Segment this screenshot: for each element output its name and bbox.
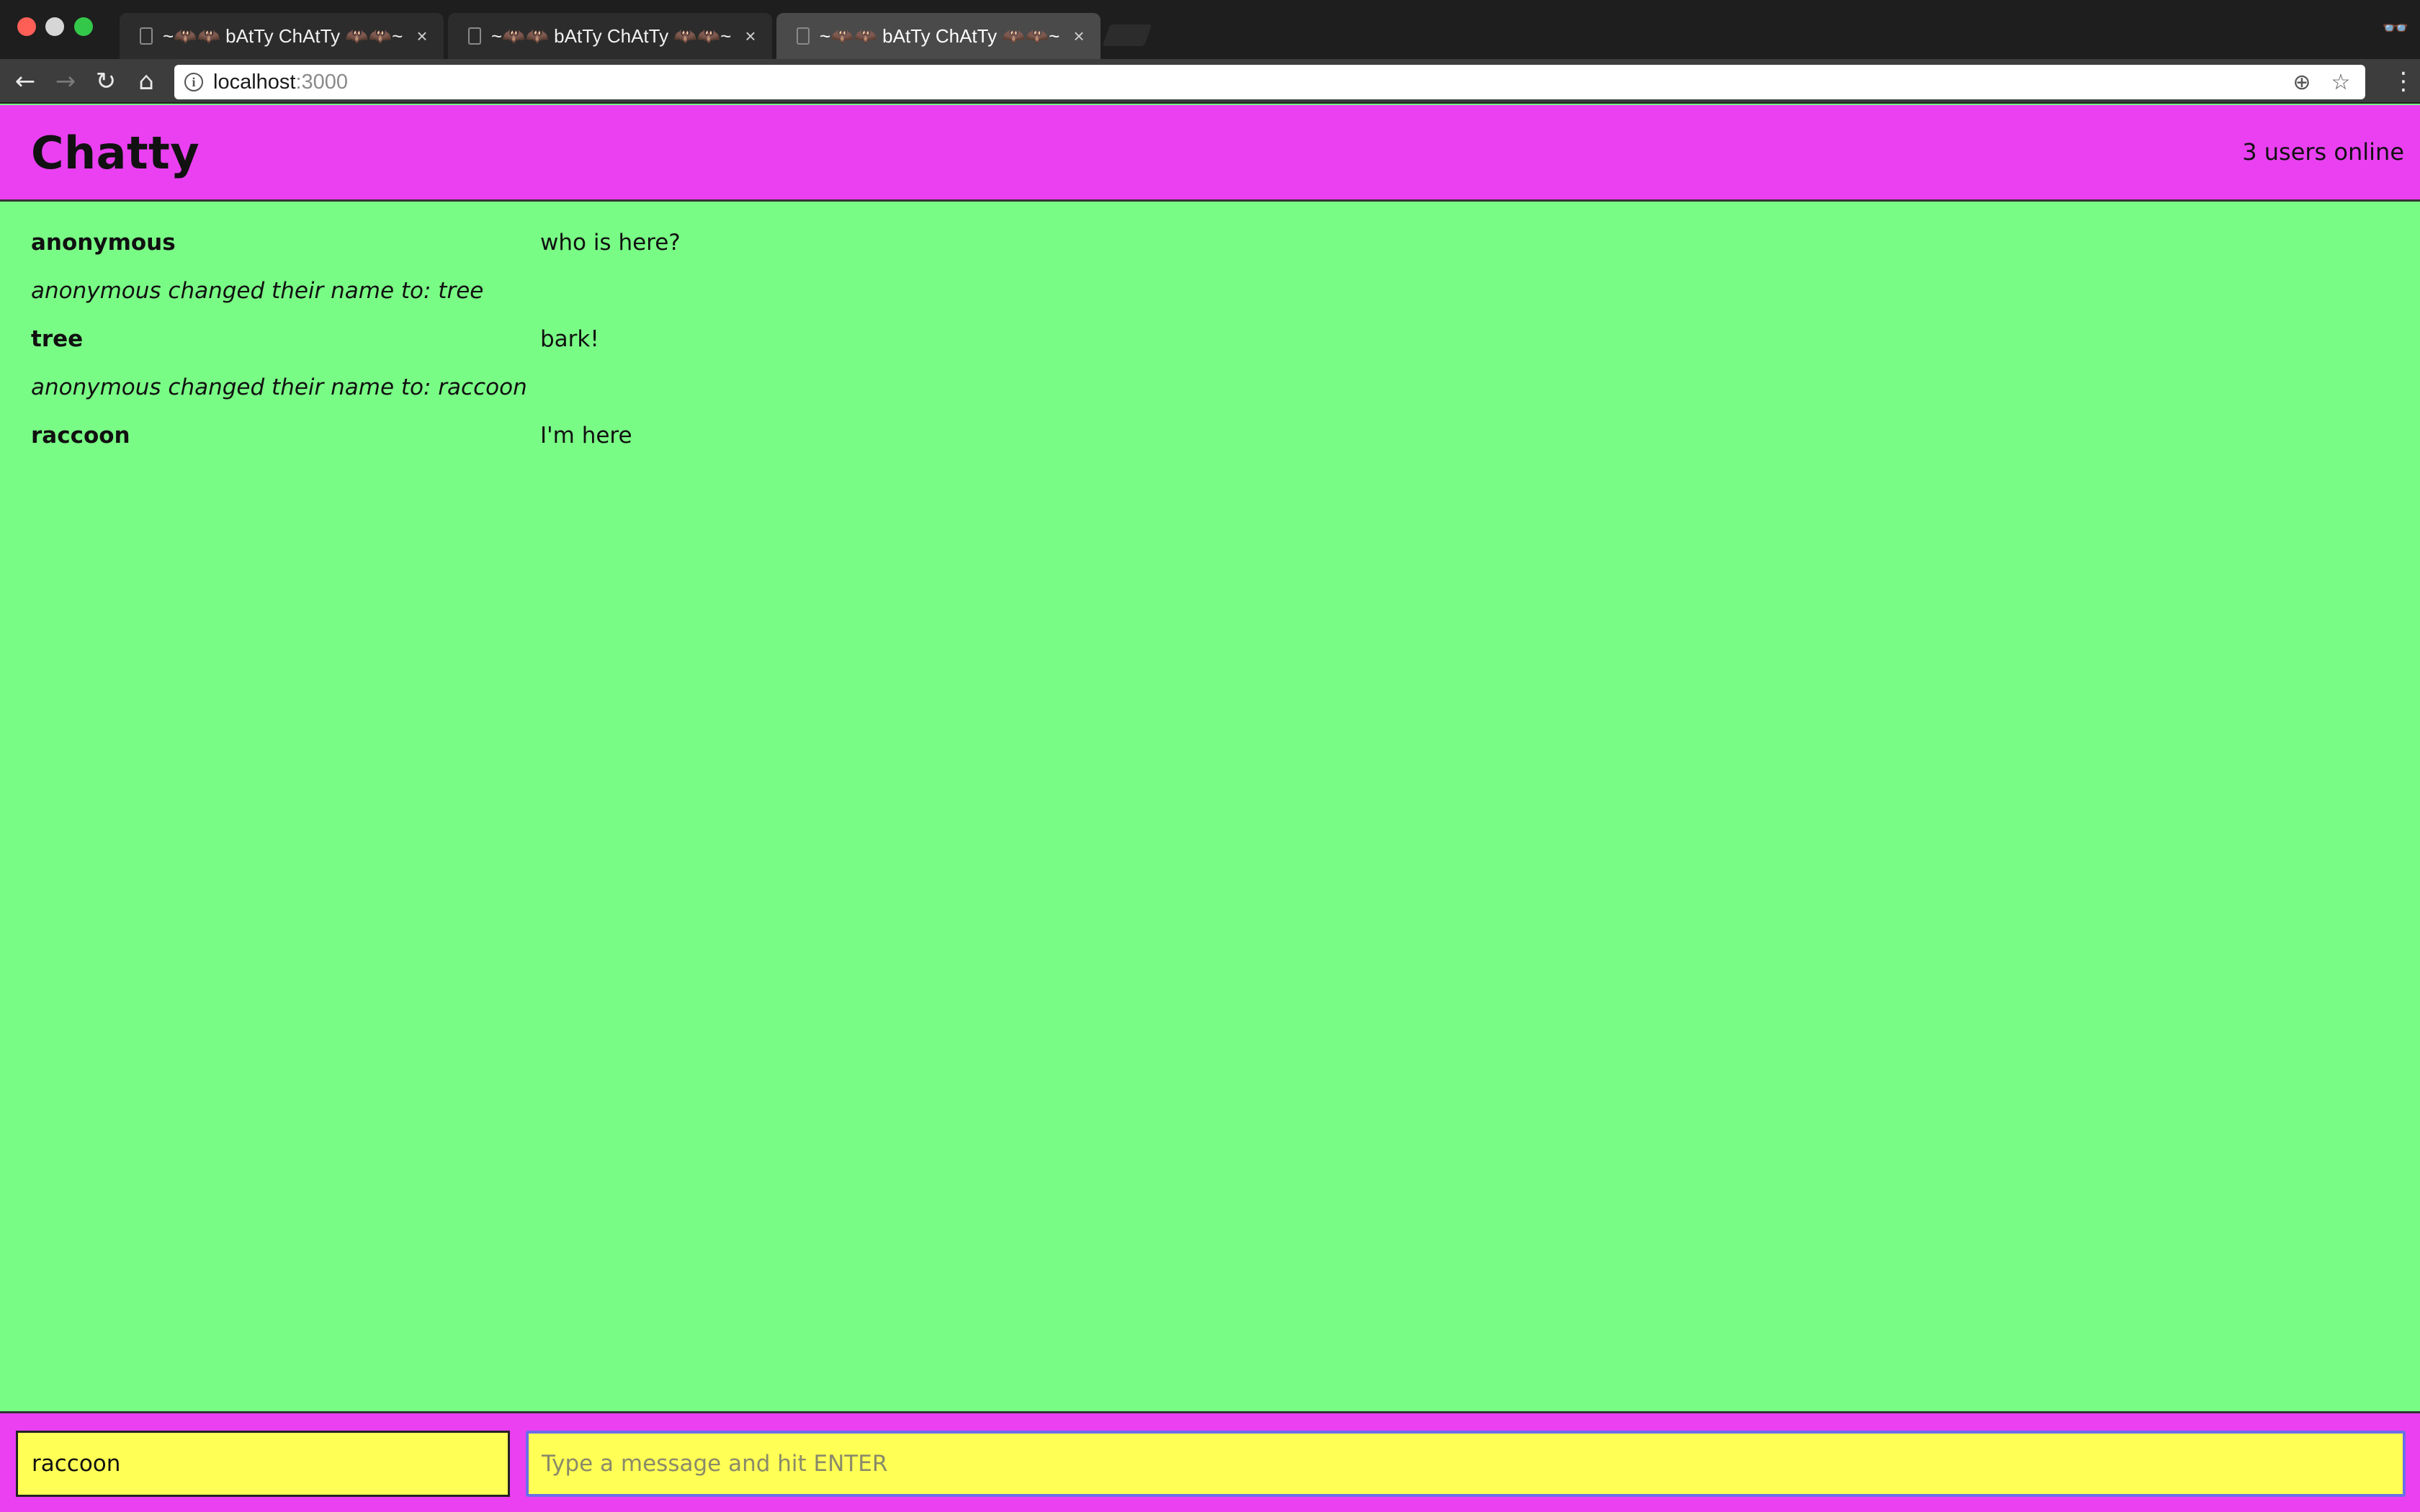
notification-row: anonymous changed their name to: tree <box>0 278 2420 326</box>
browser-menu-icon[interactable]: ⋮ <box>2391 65 2416 98</box>
browser-tab-3[interactable]: ~🦇🦇 bAtTy ChAtTy 🦇🦇~ × <box>776 13 1101 59</box>
tab-title: ~🦇🦇 bAtTy ChAtTy 🦇🦇~ <box>163 24 403 47</box>
home-icon[interactable]: ⌂ <box>130 65 163 98</box>
message-input[interactable] <box>526 1431 2406 1497</box>
message-content: who is here? <box>540 230 681 256</box>
incognito-icon: 👓 <box>2382 16 2409 41</box>
url-port: :3000 <box>295 70 349 94</box>
notification-row: anonymous changed their name to: raccoon <box>0 374 2420 423</box>
tab-title: ~🦇🦇 bAtTy ChAtTy 🦇🦇~ <box>491 24 732 47</box>
close-icon[interactable]: × <box>738 25 763 48</box>
system-notification: anonymous changed their name to: tree <box>31 278 484 304</box>
close-icon[interactable]: × <box>409 25 435 48</box>
message-content: bark! <box>540 326 599 352</box>
page-icon <box>140 27 153 45</box>
app-title: Chatty <box>31 127 200 179</box>
bookmark-star-icon[interactable]: ☆ <box>2326 70 2355 95</box>
app-header: Chatty 3 users online <box>0 105 2420 202</box>
message-row: tree bark! <box>0 326 2420 374</box>
message-row: anonymous who is here? <box>0 230 2420 278</box>
message-username: tree <box>31 326 84 352</box>
address-bar[interactable]: i localhost :3000 ⊕ ☆ <box>174 65 2365 99</box>
info-icon[interactable]: i <box>184 73 203 91</box>
online-users-count: 3 users online <box>2242 138 2404 166</box>
close-icon[interactable]: × <box>1066 25 1092 48</box>
message-username: raccoon <box>31 423 130 449</box>
forward-icon[interactable]: → <box>49 65 82 98</box>
browser-tab-2[interactable]: ~🦇🦇 bAtTy ChAtTy 🦇🦇~ × <box>448 13 772 59</box>
zoom-icon[interactable]: ⊕ <box>2287 70 2316 95</box>
new-tab-button[interactable] <box>1102 24 1152 46</box>
message-list: anonymous who is here? anonymous changed… <box>0 204 2420 1411</box>
page-icon <box>797 27 810 45</box>
browser-toolbar: ← → ↻ ⌂ i localhost :3000 ⊕ ☆ ⋮ <box>0 59 2420 104</box>
username-input[interactable] <box>16 1431 510 1497</box>
url-host: localhost <box>213 70 296 94</box>
chat-bar <box>0 1411 2420 1512</box>
browser-tab-1[interactable]: ~🦇🦇 bAtTy ChAtTy 🦇🦇~ × <box>120 13 444 59</box>
message-username: anonymous <box>31 230 176 256</box>
back-icon[interactable]: ← <box>9 65 42 98</box>
message-content: I'm here <box>540 423 632 449</box>
reload-icon[interactable]: ↻ <box>89 65 122 98</box>
minimize-window-button[interactable] <box>45 17 64 36</box>
browser-titlebar: ~🦇🦇 bAtTy ChAtTy 🦇🦇~ × ~🦇🦇 bAtTy ChAtTy … <box>0 0 2420 59</box>
maximize-window-button[interactable] <box>74 17 93 36</box>
close-window-button[interactable] <box>17 17 36 36</box>
page-icon <box>468 27 481 45</box>
system-notification: anonymous changed their name to: raccoon <box>31 374 527 400</box>
message-row: raccoon I'm here <box>0 423 2420 471</box>
tab-title: ~🦇🦇 bAtTy ChAtTy 🦇🦇~ <box>820 24 1060 47</box>
